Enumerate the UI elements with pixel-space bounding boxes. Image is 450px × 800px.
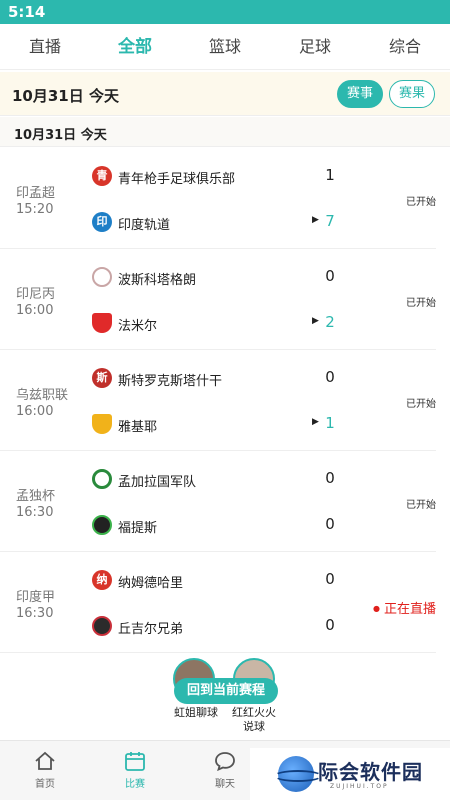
anchor-name[interactable]: 虹姐聊球 [170, 706, 222, 720]
home-team: 纳 纳姆德哈里 0 [92, 570, 432, 592]
sub-date-header: 10月31日 今天 [0, 117, 450, 147]
calendar-icon [125, 752, 145, 771]
team-logo-icon: 印 [92, 212, 112, 232]
league-name: 孟独杯 [16, 489, 56, 504]
away-team: 丘吉尔兄弟 0 [92, 616, 432, 638]
match-time: 16:30 [16, 505, 54, 520]
team-logo-icon [92, 616, 112, 636]
team-name: 孟加拉国军队 [118, 475, 197, 490]
home-team: 孟加拉国军队 0 [92, 469, 432, 491]
watermark-logo: 际会软件园 ZUJIHUI.TOP [250, 748, 450, 800]
home-team: 波斯科塔格朗 0 [92, 267, 432, 289]
match-row[interactable]: 孟独杯 16:30 孟加拉国军队 0 福提斯 0 已开始 [0, 451, 436, 552]
top-tab-bar: 直播 全部 篮球 足球 综合 [0, 24, 450, 70]
home-team: 青 青年枪手足球俱乐部 1 [92, 166, 432, 188]
team-name: 波斯科塔格朗 [118, 273, 197, 288]
match-time: 16:00 [16, 404, 54, 419]
team-logo-icon [92, 313, 112, 333]
tab-all[interactable]: 全部 [90, 24, 180, 69]
team-name: 丘吉尔兄弟 [118, 622, 184, 637]
team-score: 1 [325, 166, 335, 184]
anchor-name[interactable]: 红红火火说球 [228, 706, 280, 734]
tab-live[interactable]: 直播 [0, 24, 90, 69]
sub-date-label: 10月31日 今天 [14, 128, 107, 143]
team-score: 0 [325, 515, 335, 533]
date-label: 10月31日 今天 [12, 87, 119, 105]
home-team: 斯 斯特罗克斯塔什干 0 [92, 368, 432, 390]
globe-icon [274, 756, 322, 792]
status-bar: 5:14 [0, 0, 450, 24]
league-name: 印孟超 [16, 186, 56, 201]
team-score: 7 [325, 212, 335, 230]
floating-anchors: 回到当前赛程 虹姐聊球 红红火火说球 [170, 658, 282, 738]
match-row[interactable]: 印孟超 15:20 青 青年枪手足球俱乐部 1 印 印度轨道 ▶ 7 已开始 [0, 148, 436, 249]
chat-bubble-icon [215, 752, 235, 771]
team-score: 0 [325, 616, 335, 634]
play-arrow-icon: ▶ [312, 215, 319, 225]
match-state: 已开始 [406, 500, 436, 511]
team-score: 0 [325, 469, 335, 487]
match-time: 16:00 [16, 303, 54, 318]
match-state: 已开始 [406, 298, 436, 309]
team-logo-icon [92, 414, 112, 434]
league-name: 印尼丙 [16, 287, 56, 302]
match-row[interactable]: 印度甲 16:30 纳 纳姆德哈里 0 丘吉尔兄弟 0 正在直播 [0, 552, 436, 653]
league-name: 印度甲 [16, 590, 56, 605]
match-state: 已开始 [406, 197, 436, 208]
team-logo-icon [92, 469, 112, 489]
match-time: 16:30 [16, 606, 54, 621]
team-logo-icon: 青 [92, 166, 112, 186]
tab-general[interactable]: 综合 [360, 24, 450, 69]
match-time: 15:20 [16, 202, 54, 217]
team-name: 印度轨道 [118, 218, 171, 233]
play-arrow-icon: ▶ [312, 316, 319, 326]
team-name: 法米尔 [118, 319, 158, 334]
status-time: 5:14 [8, 3, 46, 21]
tab-basketball[interactable]: 篮球 [180, 24, 270, 69]
events-button[interactable]: 赛事 [337, 80, 383, 108]
play-arrow-icon: ▶ [312, 417, 319, 427]
tab-football[interactable]: 足球 [270, 24, 360, 69]
date-header: 10月31日 今天 赛事 赛果 [0, 72, 450, 116]
watermark-subtext: ZUJIHUI.TOP [330, 783, 389, 790]
away-team: 法米尔 ▶ 2 [92, 313, 432, 335]
team-name: 斯特罗克斯塔什干 [118, 374, 223, 389]
results-button[interactable]: 赛果 [389, 80, 435, 108]
away-team: 雅基耶 ▶ 1 [92, 414, 432, 436]
match-row[interactable]: 乌兹职联 16:00 斯 斯特罗克斯塔什干 0 雅基耶 ▶ 1 已开始 [0, 350, 436, 451]
team-score: 0 [325, 368, 335, 386]
team-name: 青年枪手足球俱乐部 [118, 172, 236, 187]
team-score: 0 [325, 570, 335, 588]
team-name: 纳姆德哈里 [118, 576, 184, 591]
away-team: 印 印度轨道 ▶ 7 [92, 212, 432, 234]
team-score: 0 [325, 267, 335, 285]
live-badge: 正在直播 [373, 598, 436, 617]
match-list: 印孟超 15:20 青 青年枪手足球俱乐部 1 印 印度轨道 ▶ 7 已开始 印… [0, 148, 450, 653]
team-logo-icon [92, 515, 112, 535]
league-name: 乌兹职联 [16, 388, 69, 403]
team-logo-icon: 纳 [92, 570, 112, 590]
team-name: 雅基耶 [118, 420, 158, 435]
team-score: 2 [325, 313, 335, 331]
nav-label: 比赛 [125, 779, 145, 790]
nav-matches[interactable]: 比赛 [90, 741, 180, 800]
away-team: 福提斯 0 [92, 515, 432, 537]
nav-home[interactable]: 首页 [0, 741, 90, 800]
match-row[interactable]: 印尼丙 16:00 波斯科塔格朗 0 法米尔 ▶ 2 已开始 [0, 249, 436, 350]
back-to-current-button[interactable]: 回到当前赛程 [174, 678, 278, 704]
home-icon [35, 751, 55, 770]
team-name: 福提斯 [118, 521, 158, 536]
team-logo-icon [92, 267, 112, 287]
team-score: 1 [325, 414, 335, 432]
team-logo-icon: 斯 [92, 368, 112, 388]
watermark-text: 际会软件园 [318, 760, 423, 784]
match-state: 已开始 [406, 399, 436, 410]
nav-label: 首页 [35, 779, 55, 790]
